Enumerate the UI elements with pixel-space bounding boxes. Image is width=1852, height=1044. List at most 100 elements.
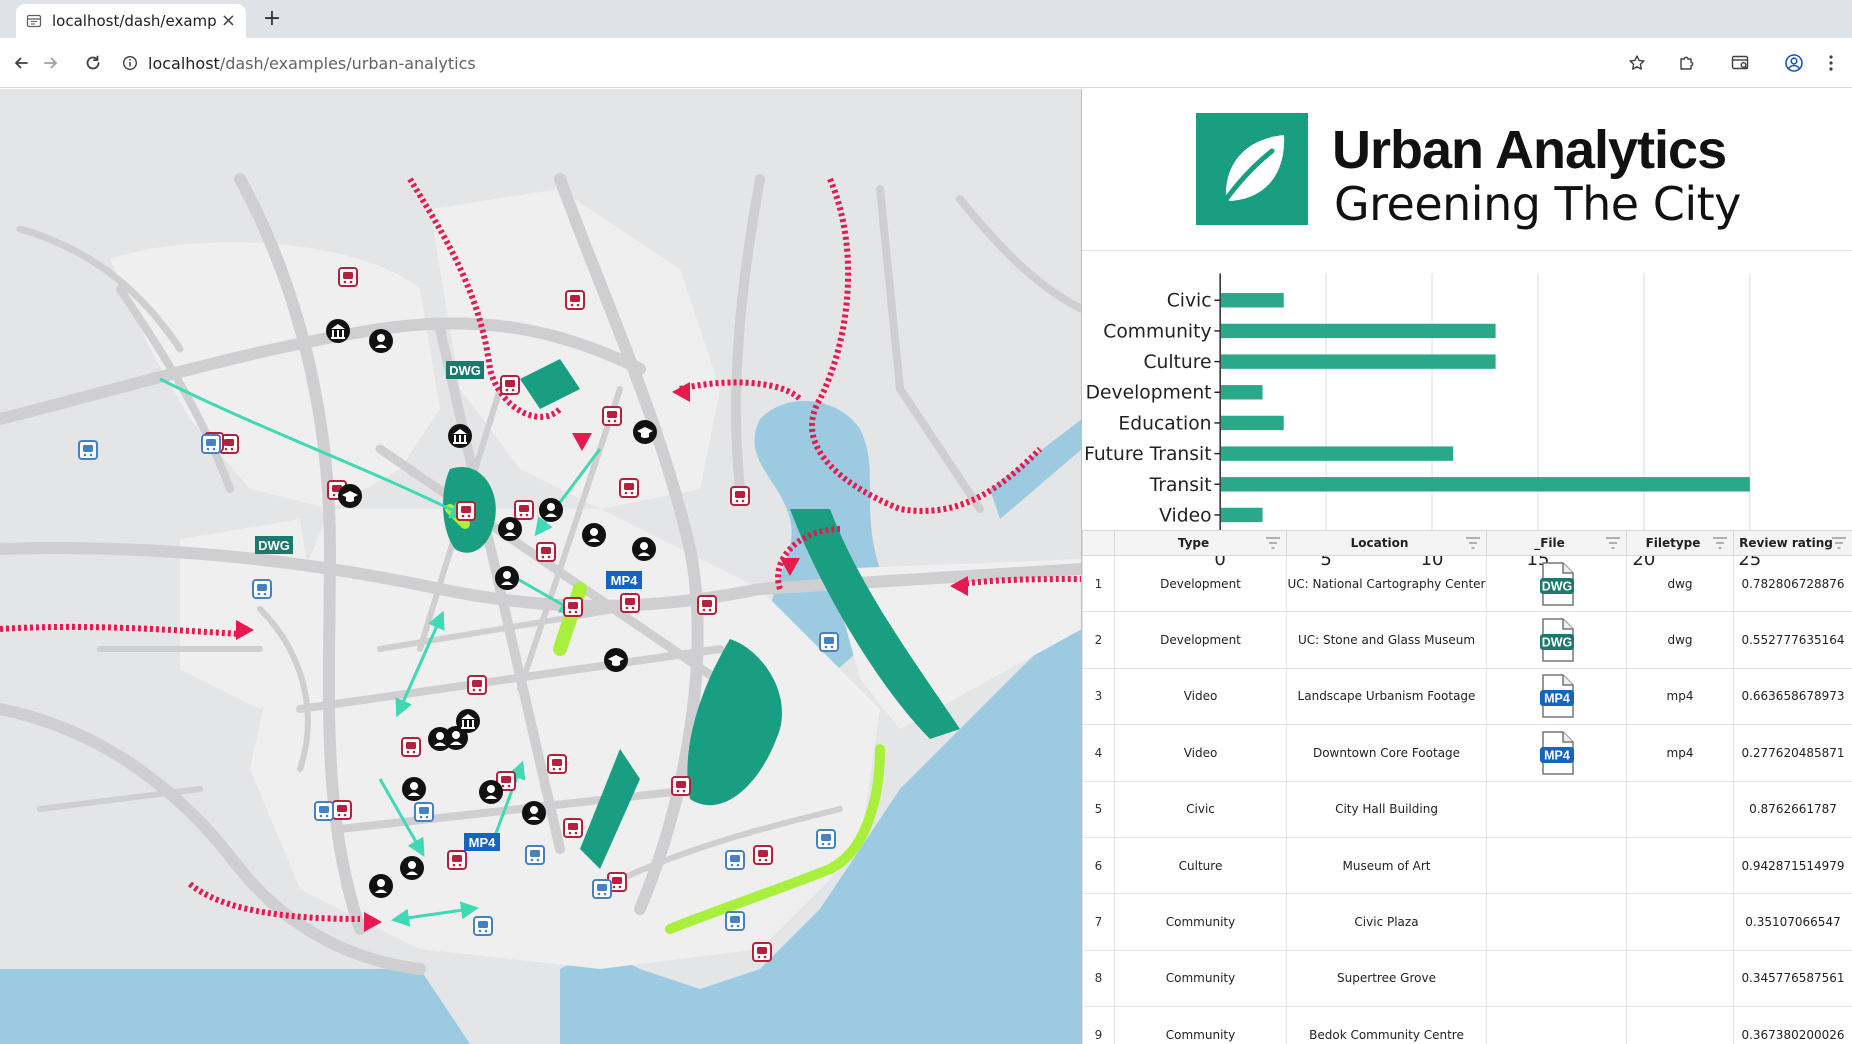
community-person-icon[interactable] <box>582 523 606 547</box>
community-person-icon[interactable] <box>400 856 424 880</box>
train-station-icon[interactable] <box>500 375 520 395</box>
dwg-label[interactable]: DWG <box>446 361 484 379</box>
community-person-icon[interactable] <box>539 498 563 522</box>
city-map[interactable]: DWG DWG MP4 MP4 <box>0 89 1082 1044</box>
civic-building-icon[interactable] <box>448 424 472 448</box>
bar[interactable] <box>1220 415 1284 431</box>
bar[interactable] <box>1220 507 1263 523</box>
bus-stop-icon[interactable] <box>201 434 221 454</box>
education-cap-icon[interactable] <box>338 484 362 508</box>
filter-icon[interactable] <box>1606 537 1620 549</box>
browser-menu-button[interactable] <box>1818 50 1844 76</box>
table-row[interactable]: 1 Development UC: National Cartography Cen… <box>1082 554 1852 613</box>
train-station-icon[interactable] <box>401 737 421 757</box>
table-row[interactable]: 5 Civic City Hall Building 0.8762661787 <box>1082 780 1852 838</box>
profile-button[interactable] <box>1781 50 1807 76</box>
filter-icon[interactable] <box>1832 537 1846 549</box>
train-station-icon[interactable] <box>514 500 534 520</box>
train-station-icon[interactable] <box>619 478 639 498</box>
table-row[interactable]: 7 Community Civic Plaza 0.35107066547 <box>1082 893 1852 951</box>
bus-stop-icon[interactable] <box>414 802 434 822</box>
train-station-icon[interactable] <box>602 406 622 426</box>
column-header-index[interactable] <box>1082 530 1115 556</box>
back-button[interactable] <box>6 48 36 78</box>
train-station-icon[interactable] <box>565 290 585 310</box>
bus-stop-icon[interactable] <box>725 911 745 931</box>
table-row[interactable]: 6 Culture Museum of Art 0.942871514979 <box>1082 836 1852 895</box>
train-station-icon[interactable] <box>753 845 773 865</box>
bus-stop-icon[interactable] <box>525 845 545 865</box>
tab-search-button[interactable] <box>1728 50 1754 76</box>
bus-stop-icon[interactable] <box>819 632 839 652</box>
bar[interactable] <box>1220 446 1454 461</box>
train-station-icon[interactable] <box>547 754 567 774</box>
data-table[interactable]: Type Location _File Filetype Review rati… <box>1082 530 1852 1044</box>
table-row[interactable]: 2 Development UC: Stone and Glass Museum DW… <box>1082 611 1852 669</box>
bus-stop-icon[interactable] <box>78 440 98 460</box>
community-person-icon[interactable] <box>498 517 522 541</box>
community-person-icon[interactable] <box>369 874 393 898</box>
community-person-icon[interactable] <box>369 329 393 353</box>
community-person-icon[interactable] <box>402 777 426 801</box>
browser-tab[interactable]: localhost/dash/examples/urban-analytics … <box>16 4 246 38</box>
education-cap-icon[interactable] <box>604 648 628 672</box>
community-person-icon[interactable] <box>632 537 656 561</box>
new-tab-button[interactable]: + <box>258 6 286 34</box>
mp4-label[interactable]: MP4 <box>606 571 642 589</box>
forward-button[interactable] <box>36 48 66 78</box>
column-header-rating[interactable]: Review rating <box>1733 530 1852 556</box>
community-person-icon[interactable] <box>479 780 503 804</box>
bar[interactable] <box>1220 293 1284 308</box>
train-station-icon[interactable] <box>563 597 583 617</box>
train-station-icon[interactable] <box>467 675 487 695</box>
dwg-file-icon[interactable]: DWG <box>1539 561 1575 606</box>
train-station-icon[interactable] <box>620 593 640 613</box>
community-person-icon[interactable] <box>495 566 519 590</box>
train-station-icon[interactable] <box>338 267 358 287</box>
train-station-icon[interactable] <box>332 800 352 820</box>
table-row[interactable]: 4 Video Downtown Core Footage MP4 mp4 0.27762… <box>1082 724 1852 782</box>
bus-stop-icon[interactable] <box>592 879 612 899</box>
table-row[interactable]: 3 Video Landscape Urbanism Footage MP4 mp4 0.… <box>1082 667 1852 726</box>
filter-icon[interactable] <box>1713 537 1727 549</box>
train-station-icon[interactable] <box>536 542 556 562</box>
bookmark-button[interactable] <box>1624 50 1650 76</box>
bus-stop-icon[interactable] <box>725 850 745 870</box>
bar[interactable] <box>1220 354 1496 369</box>
bar[interactable] <box>1220 477 1750 492</box>
bus-stop-icon[interactable] <box>473 916 493 936</box>
civic-building-icon[interactable] <box>326 319 350 343</box>
train-station-icon[interactable] <box>730 486 750 506</box>
table-row[interactable]: 9 Community Bedok Community Centre 0.367380… <box>1082 1006 1852 1044</box>
column-header-location[interactable]: Location <box>1286 530 1487 556</box>
dwg-file-icon[interactable]: DWG <box>1539 618 1575 662</box>
mp4-label[interactable]: MP4 <box>464 833 500 851</box>
train-station-icon[interactable] <box>563 818 583 838</box>
filter-icon[interactable] <box>1466 537 1480 549</box>
column-header-filetype[interactable]: Filetype <box>1626 530 1734 556</box>
bar[interactable] <box>1220 385 1263 400</box>
civic-building-icon[interactable] <box>456 709 480 733</box>
map-canvas[interactable]: DWG DWG MP4 MP4 <box>0 89 1082 1044</box>
train-station-icon[interactable] <box>752 942 772 962</box>
reload-button[interactable] <box>78 48 108 78</box>
bar[interactable] <box>1220 323 1496 339</box>
bus-stop-icon[interactable] <box>314 801 334 821</box>
close-tab-icon[interactable]: × <box>221 12 236 30</box>
train-station-icon[interactable] <box>671 776 691 796</box>
train-station-icon[interactable] <box>456 501 476 521</box>
mp4-file-icon[interactable]: MP4 <box>1539 731 1575 775</box>
bus-stop-icon[interactable] <box>816 829 836 849</box>
mp4-file-icon[interactable]: MP4 <box>1539 674 1575 719</box>
filter-icon[interactable] <box>1266 537 1280 549</box>
dwg-label[interactable]: DWG <box>255 536 293 554</box>
column-header-file[interactable]: _File <box>1486 530 1627 556</box>
community-person-icon[interactable] <box>522 801 546 825</box>
table-row[interactable]: 8 Community Supertree Grove 0.345776587561 <box>1082 949 1852 1008</box>
train-station-icon[interactable] <box>447 850 467 870</box>
train-station-icon[interactable] <box>697 595 717 615</box>
address-bar[interactable]: localhost/dash/examples/urban-analytics <box>122 45 1602 81</box>
education-cap-icon[interactable] <box>633 420 657 444</box>
bus-stop-icon[interactable] <box>252 579 272 599</box>
extensions-button[interactable] <box>1674 50 1700 76</box>
